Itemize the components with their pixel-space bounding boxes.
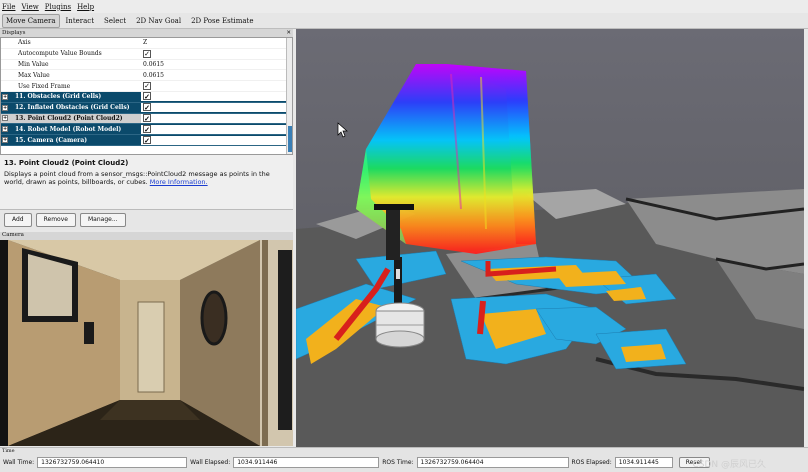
left-panel: Displays ✕ Axis Z Autocompute Value Boun… — [0, 29, 293, 447]
property-row[interactable]: Autocompute Value Bounds ✓ — [1, 49, 292, 60]
wall-time-field[interactable]: 1326732759.064410 — [37, 457, 188, 468]
camera-image — [0, 240, 293, 446]
property-name: Axis — [18, 39, 31, 47]
manage-button[interactable]: Manage... — [79, 213, 126, 227]
property-value[interactable]: Z — [141, 39, 292, 46]
menu-file[interactable]: File — [2, 3, 15, 11]
property-name: Min Value — [18, 60, 49, 68]
property-value[interactable]: 0.0615 — [141, 61, 292, 68]
ros-time-label: ROS Time: — [382, 459, 414, 466]
menu-plugins[interactable]: Plugins — [45, 3, 71, 11]
display-item-camera[interactable]: + 15. Camera (Camera) ✓ — [1, 135, 292, 146]
displays-panel-title: Displays ✕ — [0, 29, 293, 37]
checkbox[interactable]: ✓ — [143, 135, 151, 144]
property-name: Autocompute Value Bounds — [18, 50, 102, 58]
scene-render — [296, 29, 804, 447]
display-item-inflated-obstacles[interactable]: + 12. Inflated Obstacles (Grid Cells) ✓ — [1, 102, 292, 114]
property-row[interactable]: Min Value 0.0615 — [1, 60, 292, 71]
property-value[interactable]: 0.0615 — [141, 72, 292, 79]
description-title: 13. Point Cloud2 (Point Cloud2) — [4, 159, 129, 167]
menu-bar: File View Plugins Help — [0, 0, 808, 13]
display-buttons: Add Remove Manage... — [0, 210, 293, 230]
checkbox[interactable]: ✓ — [143, 113, 151, 122]
property-row[interactable]: Axis Z — [1, 38, 292, 49]
display-item-label: 14. Robot Model (Robot Model) — [15, 125, 122, 133]
3d-viewport[interactable] — [296, 29, 804, 447]
display-item-label: 15. Camera (Camera) — [15, 136, 88, 144]
more-info-link[interactable]: More Information. — [150, 178, 208, 186]
menu-help[interactable]: Help — [77, 3, 94, 11]
close-icon[interactable]: ✕ — [286, 30, 291, 36]
property-row[interactable]: Use Fixed Frame ✓ — [1, 81, 292, 92]
display-item-label: 12. Inflated Obstacles (Grid Cells) — [15, 104, 130, 112]
select-tool[interactable]: Select — [100, 14, 130, 28]
move-camera-tool[interactable]: Move Camera — [2, 13, 60, 28]
pose-estimate-tool[interactable]: 2D Pose Estimate — [187, 14, 257, 28]
time-panel: Time Wall Time: 1326732759.064410 Wall E… — [0, 447, 808, 472]
ros-time-field[interactable]: 1326732759.064404 — [416, 457, 569, 468]
description-text: Displays a point cloud from a sensor_msg… — [4, 170, 270, 186]
display-item-point-cloud[interactable]: + 13. Point Cloud2 (Point Cloud2) ✓ — [1, 113, 292, 125]
display-item-obstacles[interactable]: + 11. Obstacles (Grid Cells) ✓ — [1, 91, 292, 103]
menu-view[interactable]: View — [21, 3, 38, 11]
display-item-label: 11. Obstacles (Grid Cells) — [15, 93, 102, 101]
wall-elapsed-label: Wall Elapsed: — [190, 459, 231, 466]
display-item-robot-model[interactable]: + 14. Robot Model (Robot Model) ✓ — [1, 124, 292, 136]
checkbox[interactable]: ✓ — [143, 49, 151, 58]
nav-goal-tool[interactable]: 2D Nav Goal — [132, 14, 185, 28]
watermark-text: CSDN @辰风已久 — [692, 460, 766, 470]
property-name: Max Value — [18, 71, 50, 79]
add-button[interactable]: Add — [4, 213, 32, 227]
checkbox[interactable]: ✓ — [143, 92, 151, 101]
checkbox[interactable]: ✓ — [143, 103, 151, 112]
displays-title-label: Displays — [2, 30, 26, 36]
tool-toolbar: Move Camera Interact Select 2D Nav Goal … — [0, 13, 808, 29]
camera-panel-title: Camera — [0, 232, 293, 240]
time-fields: Wall Time: 1326732759.064410 Wall Elapse… — [0, 454, 808, 471]
ros-elapsed-field[interactable]: 1034.911445 — [614, 457, 673, 468]
wall-elapsed-field[interactable]: 1034.911446 — [233, 457, 380, 468]
ros-elapsed-label: ROS Elapsed: — [571, 459, 612, 466]
property-row[interactable]: Max Value 0.0615 — [1, 70, 292, 82]
checkbox[interactable]: ✓ — [143, 82, 151, 91]
displays-scrollbar[interactable] — [286, 38, 292, 154]
interact-tool[interactable]: Interact — [62, 14, 98, 28]
scroll-thumb[interactable] — [288, 126, 292, 152]
description-panel: 13. Point Cloud2 (Point Cloud2) Displays… — [0, 155, 293, 210]
display-item-label: 13. Point Cloud2 (Point Cloud2) — [15, 114, 123, 122]
displays-tree[interactable]: Axis Z Autocompute Value Bounds ✓ Min Va… — [0, 37, 293, 155]
hallway-photo — [0, 240, 293, 446]
wall-time-label: Wall Time: — [3, 459, 35, 466]
property-name: Use Fixed Frame — [18, 82, 71, 90]
checkbox[interactable]: ✓ — [143, 124, 151, 133]
remove-button[interactable]: Remove — [35, 213, 76, 227]
